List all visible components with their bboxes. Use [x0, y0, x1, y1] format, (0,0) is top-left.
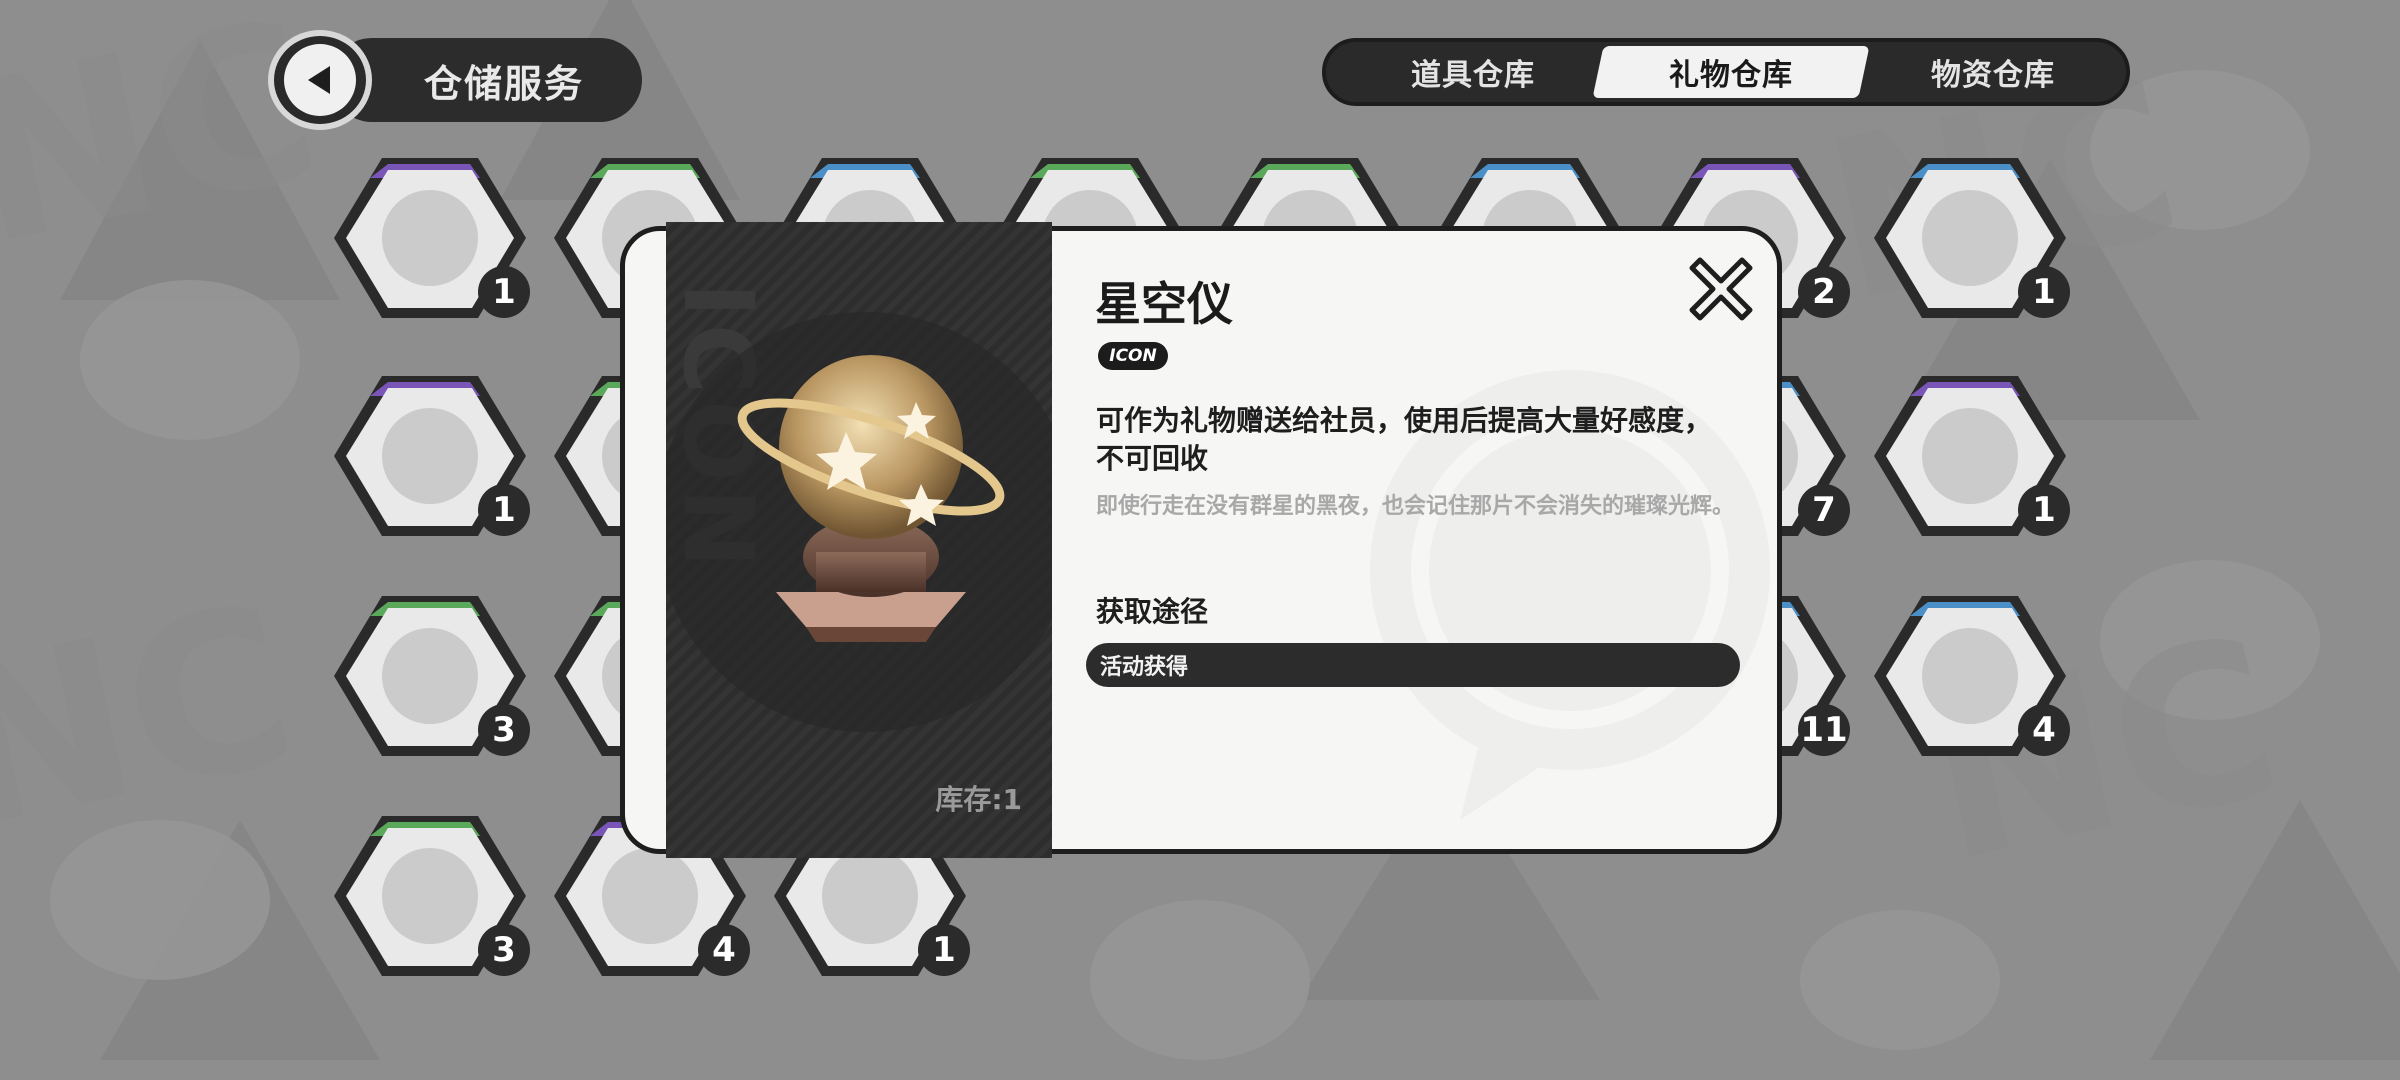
item-count-badge: 11 [1798, 704, 1850, 756]
tab-label: 道具仓库 [1411, 58, 1535, 93]
source-item-label: 活动获得 [1100, 655, 1189, 680]
warehouse-tabs: 道具仓库 礼物仓库 物资仓库 [1322, 38, 2130, 106]
back-button[interactable] [268, 30, 372, 130]
close-x-icon[interactable] [1686, 252, 1756, 322]
tab-label: 礼物仓库 [1669, 58, 1793, 93]
stock-label: 库存:1 [935, 783, 1022, 816]
item-count-badge: 4 [698, 924, 750, 976]
tab-item-warehouse[interactable]: 道具仓库 [1342, 42, 1604, 102]
page-title: 仓储服务 [423, 61, 584, 106]
tab-gift-warehouse[interactable]: 礼物仓库 [1598, 42, 1864, 102]
item-count-badge: 3 [478, 924, 530, 976]
item-count-badge: 1 [918, 924, 970, 976]
item-description: 可作为礼物赠送给社员，使用后提高大量好感度，不可回收 [1096, 404, 1713, 475]
item-count-badge: 1 [2018, 266, 2070, 318]
brand-badge: ICON [1098, 342, 1168, 370]
item-flavor-text: 即使行走在没有群星的黑夜，也会记住那片不会消失的璀璨光辉。 [1096, 494, 1735, 519]
item-count-badge: 3 [478, 704, 530, 756]
item-count-badge: 7 [1798, 484, 1850, 536]
header-title-bar: 仓储服务 [330, 38, 642, 122]
back-arrow-icon [308, 66, 330, 94]
item-count-badge: 1 [478, 484, 530, 536]
gift-item-tile[interactable]: 1 [330, 148, 530, 328]
item-preview-panel: ICON SHOP 库存:1 [666, 222, 1052, 858]
item-name: 星空仪 [1095, 277, 1233, 331]
item-count-badge: 1 [478, 266, 530, 318]
item-count-badge: 4 [2018, 704, 2070, 756]
gift-item-tile[interactable]: 1 [1870, 148, 2070, 328]
gift-item-tile[interactable]: 3 [330, 806, 530, 986]
tab-supply-warehouse[interactable]: 物资仓库 [1862, 42, 2124, 102]
item-count-badge: 1 [2018, 484, 2070, 536]
item-count-badge: 2 [1798, 266, 1850, 318]
star-globe-icon [666, 312, 1052, 732]
tab-label: 物资仓库 [1931, 58, 2055, 93]
gift-item-tile[interactable]: 1 [330, 366, 530, 546]
gift-item-tile[interactable]: 1 [1870, 366, 2070, 546]
gift-item-tile[interactable]: 4 [1870, 586, 2070, 766]
gift-item-tile[interactable]: 3 [330, 586, 530, 766]
source-title: 获取途径 [1096, 595, 1209, 628]
source-item[interactable]: 活动获得 [1086, 643, 1740, 687]
